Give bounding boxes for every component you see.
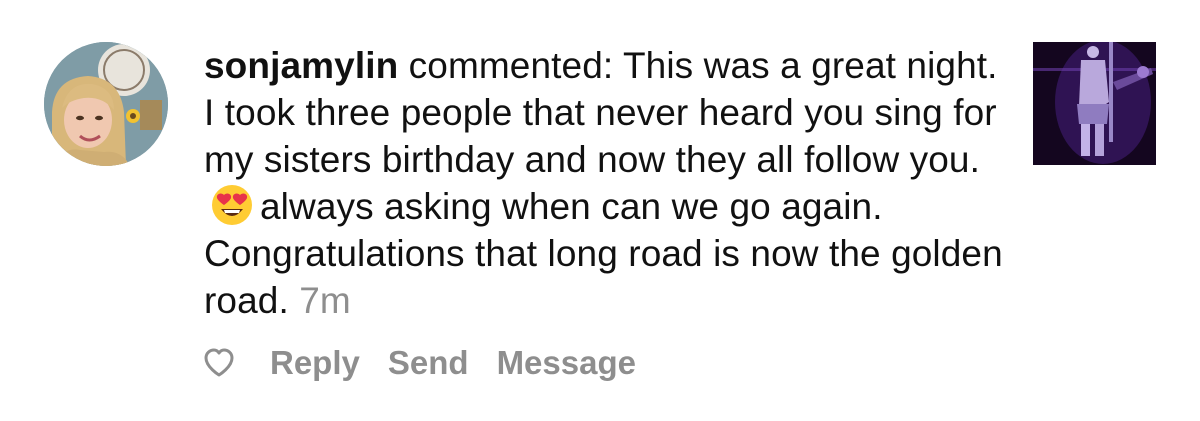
avatar-photo — [44, 42, 168, 166]
reply-button[interactable]: Reply — [270, 344, 360, 382]
heart-eyes-emoji-icon — [212, 185, 252, 225]
comment-actions: Reply Send Message — [202, 340, 664, 386]
message-button[interactable]: Message — [497, 344, 636, 382]
comment-timestamp: 7m — [299, 280, 351, 321]
avatar[interactable] — [44, 42, 168, 166]
post-thumbnail-image — [1033, 42, 1156, 165]
comment-username[interactable]: sonjamylin — [204, 45, 398, 86]
comment-verb: commented: — [408, 45, 614, 86]
heart-outline-icon[interactable] — [202, 346, 236, 380]
post-thumbnail[interactable] — [1033, 42, 1156, 165]
send-button[interactable]: Send — [388, 344, 469, 382]
comment-text: sonjamylin commented: This was a great n… — [204, 42, 1004, 324]
